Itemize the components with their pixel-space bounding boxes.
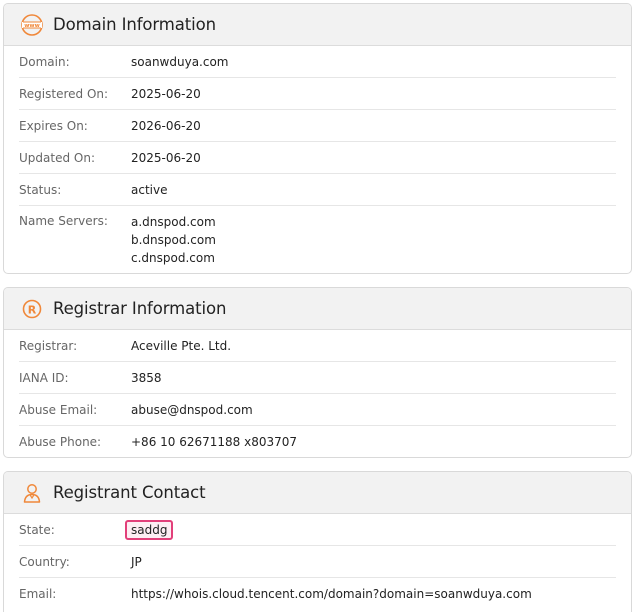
registrant-contact-header: Registrant Contact [4, 472, 631, 514]
domain-row: Domain: soanwduya.com [19, 46, 616, 78]
abuse-email-value: abuse@dnspod.com [131, 402, 253, 417]
updated-on-value: 2025-06-20 [131, 150, 201, 165]
registrar-label: Registrar: [19, 338, 78, 353]
person-icon [20, 481, 44, 505]
abuse-phone-row: Abuse Phone: +86 10 62671188 x803707 [19, 426, 616, 457]
country-value: JP [131, 554, 142, 569]
domain-information-header: www Domain Information [4, 4, 631, 46]
abuse-phone-label: Abuse Phone: [19, 435, 102, 449]
state-label: State: [19, 522, 55, 537]
status-row: Status: active [19, 174, 616, 206]
registered-on-label: Registered On: [19, 86, 109, 101]
name-servers-list: a.dnspod.com b.dnspod.com c.dnspod.com [131, 213, 216, 267]
registrar-information-title: Registrar Information [53, 299, 227, 318]
updated-on-label: Updated On: [19, 150, 95, 165]
name-server-item: b.dnspod.com [131, 233, 216, 247]
state-row: State: saddg [19, 514, 616, 546]
domain-label: Domain: [19, 54, 70, 69]
email-value: https://whois.cloud.tencent.com/domain?d… [131, 587, 532, 601]
country-label: Country: [19, 554, 70, 569]
registered-on-row: Registered On: 2025-06-20 [19, 78, 616, 110]
expires-on-row: Expires On: 2026-06-20 [19, 110, 616, 142]
country-row: Country: JP [19, 546, 616, 578]
expires-on-value: 2026-06-20 [131, 118, 201, 133]
svg-text:R: R [28, 303, 37, 316]
registered-on-value: 2025-06-20 [131, 86, 201, 101]
abuse-email-label: Abuse Email: [19, 402, 98, 417]
name-servers-label: Name Servers: [19, 214, 108, 228]
registrar-row: Registrar: Aceville Pte. Ltd. [19, 330, 616, 362]
iana-id-value: 3858 [131, 370, 162, 385]
domain-information-card: www Domain Information Domain: soanwduya… [3, 3, 632, 274]
name-server-item: c.dnspod.com [131, 251, 215, 265]
iana-id-row: IANA ID: 3858 [19, 362, 616, 394]
registrant-contact-title: Registrant Contact [53, 483, 206, 502]
email-label: Email: [19, 587, 57, 601]
email-row: Email: https://whois.cloud.tencent.com/d… [19, 578, 616, 610]
state-value-highlighted: saddg [125, 519, 174, 540]
registrar-information-card: R Registrar Information Registrar: Acevi… [3, 287, 632, 458]
updated-on-row: Updated On: 2025-06-20 [19, 142, 616, 174]
www-globe-icon: www [20, 13, 44, 37]
registered-r-icon: R [20, 297, 44, 321]
status-value: active [131, 182, 168, 197]
name-servers-row: Name Servers: a.dnspod.com b.dnspod.com … [19, 206, 616, 273]
registrant-contact-card: Registrant Contact State: saddg Country:… [3, 471, 632, 612]
domain-value: soanwduya.com [131, 54, 229, 69]
registrar-value: Aceville Pte. Ltd. [131, 338, 232, 353]
abuse-email-row: Abuse Email: abuse@dnspod.com [19, 394, 616, 426]
registrar-information-header: R Registrar Information [4, 288, 631, 330]
iana-id-label: IANA ID: [19, 370, 69, 385]
expires-on-label: Expires On: [19, 118, 88, 133]
domain-information-title: Domain Information [53, 15, 216, 34]
status-label: Status: [19, 182, 62, 197]
abuse-phone-value: +86 10 62671188 x803707 [131, 435, 298, 449]
name-server-item: a.dnspod.com [131, 215, 216, 229]
